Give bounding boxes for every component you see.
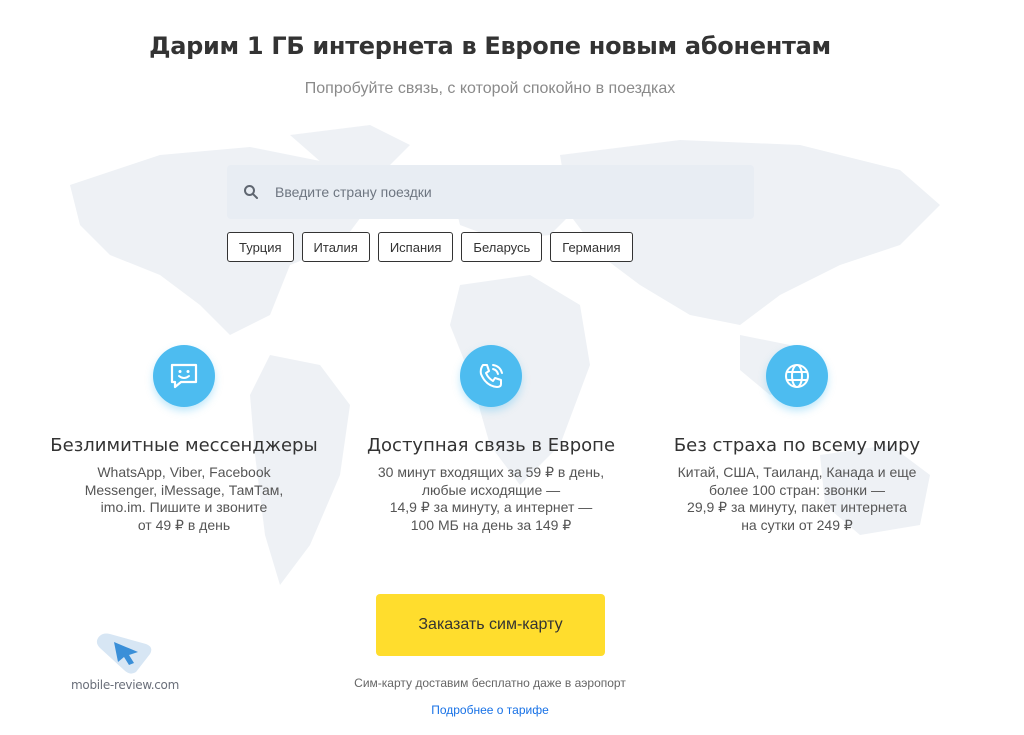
country-chips: Турция Италия Испания Беларусь Германия: [227, 232, 633, 262]
search-icon: [244, 185, 258, 199]
messenger-icon-circle: [153, 345, 215, 407]
chip-belarus[interactable]: Беларусь: [461, 232, 543, 262]
order-sim-button[interactable]: Заказать сим-карту: [376, 594, 605, 656]
feature-description: 30 минут входящих за 59 ₽ в день, любые …: [377, 464, 605, 533]
feature-title: Без страха по всему миру: [673, 435, 921, 456]
page-title: Дарим 1 ГБ интернета в Европе новым абон…: [149, 32, 831, 60]
country-search-input[interactable]: [273, 183, 737, 201]
chip-turkey[interactable]: Турция: [227, 232, 294, 262]
feature-description: Китай, США, Таиланд, Канада и еще более …: [677, 464, 917, 533]
cursor-logo-icon: [96, 633, 152, 674]
tariff-details-link[interactable]: Подробнее о тарифе: [0, 703, 980, 717]
chip-italy[interactable]: Италия: [301, 232, 370, 262]
page-subtitle: Попробуйте связь, с которой спокойно в п…: [304, 80, 676, 97]
watermark: mobile-review.com: [70, 628, 180, 698]
feature-worldwide: Без страха по всему миру Китай, США, Таи…: [647, 345, 947, 534]
watermark-text: mobile-review.com: [71, 678, 179, 692]
country-search-box[interactable]: [227, 165, 754, 219]
feature-europe-calls: Доступная связь в Европе 30 минут входящ…: [341, 345, 641, 534]
feature-messengers: Безлимитные мессенджеры WhatsApp, Viber,…: [34, 345, 334, 534]
feature-title: Доступная связь в Европе: [366, 435, 616, 456]
globe-icon: [785, 364, 809, 388]
chat-smile-icon: [170, 363, 198, 389]
feature-title: Безлимитные мессенджеры: [50, 435, 318, 456]
chip-germany[interactable]: Германия: [550, 232, 633, 262]
feature-description: WhatsApp, Viber, Facebook Messenger, iMe…: [84, 464, 284, 533]
phone-call-icon: [479, 364, 503, 388]
chip-spain[interactable]: Испания: [377, 232, 454, 262]
globe-icon-circle: [766, 345, 828, 407]
phone-icon-circle: [460, 345, 522, 407]
